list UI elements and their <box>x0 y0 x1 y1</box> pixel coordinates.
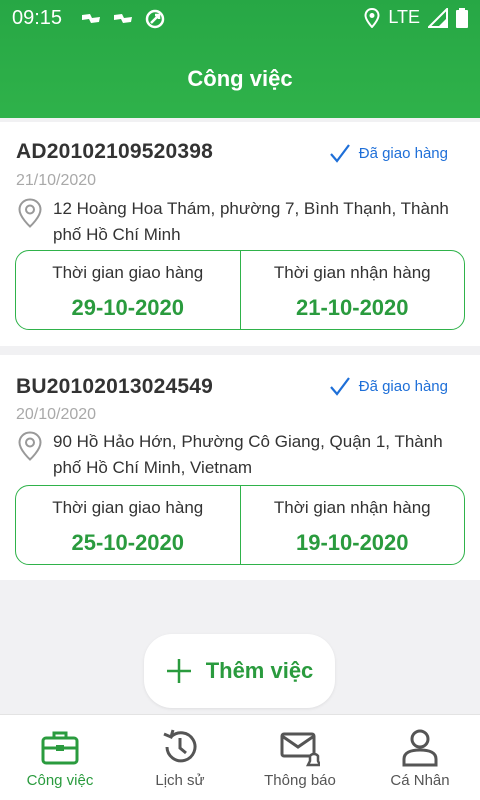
delivery-time-label: Thời gian giao hàng <box>52 263 204 282</box>
order-date: 21/10/2020 <box>16 172 97 189</box>
order-code: AD20102109520398 <box>16 140 214 163</box>
receive-time: Thời gian nhận hàng 19-10-2020 <box>239 486 465 564</box>
mail-bell-icon <box>280 732 320 767</box>
system-status: LTE <box>364 7 468 28</box>
nav-label-notifications: Thông báo <box>264 772 336 789</box>
app-notification-icon <box>114 14 132 23</box>
briefcase-icon <box>41 731 79 765</box>
nav-label-history: Lịch sử <box>155 772 205 789</box>
receive-time: Thời gian nhận hàng 21-10-2020 <box>239 251 465 329</box>
nav-item-history[interactable]: Lịch sử <box>120 715 240 800</box>
status-time: 09:15 <box>12 7 63 29</box>
person-icon <box>402 729 438 767</box>
status-badge: Đã giao hàng <box>329 375 448 397</box>
order-card[interactable]: AD20102109520398 21/10/2020 Đã giao hàng… <box>0 122 480 346</box>
order-address: 90 Hồ Hảo Hớn, Phường Cô Giang, Quận 1, … <box>53 432 443 477</box>
sync-icon <box>145 9 165 29</box>
battery-icon <box>456 7 468 28</box>
notification-icons <box>80 8 166 30</box>
plus-icon <box>166 659 191 683</box>
add-job-label: Thêm việc <box>205 658 314 683</box>
receive-time-value: 19-10-2020 <box>295 530 409 555</box>
receive-time-label: Thời gian nhận hàng <box>273 498 431 517</box>
order-date: 20/10/2020 <box>16 406 97 423</box>
nav-item-profile[interactable]: Cá Nhân <box>360 715 480 800</box>
status-label: Đã giao hàng <box>358 377 448 395</box>
receive-time-value: 21-10-2020 <box>295 295 409 320</box>
location-icon <box>364 7 380 28</box>
nav-item-notifications[interactable]: Thông báo <box>240 715 360 800</box>
location-pin-icon <box>18 431 42 461</box>
delivery-time-label: Thời gian giao hàng <box>52 498 204 517</box>
delivery-time: Thời gian giao hàng 29-10-2020 <box>16 251 240 329</box>
bottom-nav: Công việc Lịch sử Thông báo Cá Nhân <box>0 714 480 800</box>
nav-label-jobs: Công việc <box>26 772 94 789</box>
delivery-time: Thời gian giao hàng 25-10-2020 <box>16 486 240 564</box>
delivery-time-value: 29-10-2020 <box>71 295 185 320</box>
order-code: BU20102013024549 <box>16 375 214 398</box>
app-notification-icon <box>82 14 100 23</box>
order-address: 12 Hoàng Hoa Thám, phường 7, Bình Thạnh,… <box>53 199 449 244</box>
status-label: Đã giao hàng <box>358 144 448 162</box>
delivery-time-value: 25-10-2020 <box>71 530 185 555</box>
add-job-button[interactable]: Thêm việc <box>144 634 335 708</box>
status-badge: Đã giao hàng <box>329 142 448 164</box>
checkmark-icon <box>329 377 350 396</box>
history-icon <box>163 729 197 763</box>
nav-item-jobs[interactable]: Công việc <box>0 715 120 800</box>
app-header: 09:15 LTE Công việc <box>0 0 480 118</box>
network-type: LTE <box>388 7 420 27</box>
signal-icon <box>428 7 448 28</box>
nav-label-profile: Cá Nhân <box>390 772 450 789</box>
status-bar: 09:15 LTE <box>0 0 480 36</box>
order-times: Thời gian giao hàng 29-10-2020 Thời gian… <box>15 250 465 330</box>
receive-time-label: Thời gian nhận hàng <box>273 263 431 282</box>
checkmark-icon <box>329 144 350 163</box>
page-title: Công việc <box>187 66 293 91</box>
location-pin-icon <box>18 198 42 228</box>
order-card[interactable]: BU20102013024549 20/10/2020 Đã giao hàng… <box>0 355 480 580</box>
order-times: Thời gian giao hàng 25-10-2020 Thời gian… <box>15 485 465 565</box>
